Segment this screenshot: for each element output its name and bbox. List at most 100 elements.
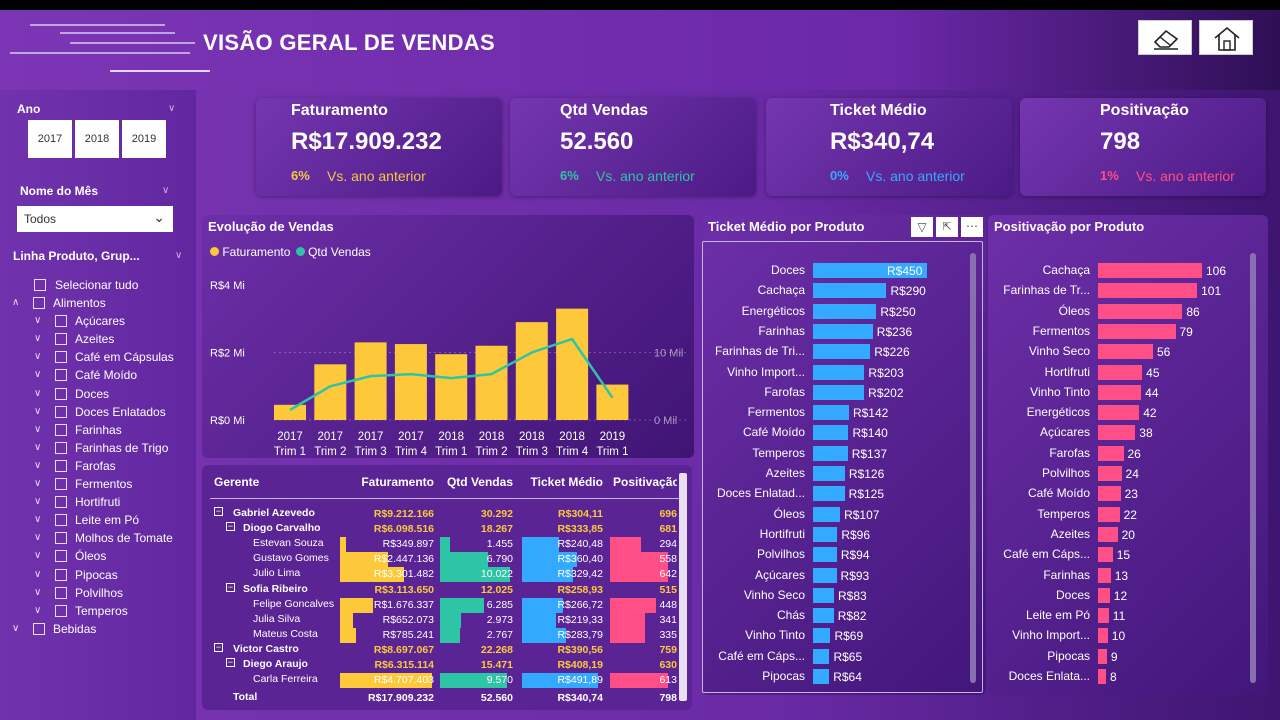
chevron-down-icon[interactable]: ∨ bbox=[12, 621, 19, 637]
bar[interactable] bbox=[1098, 466, 1122, 481]
tree-item-leite-em-p-[interactable]: ∨ Leite em Pó bbox=[34, 512, 192, 528]
checkbox[interactable] bbox=[34, 279, 46, 291]
bar-row[interactable]: Pipocas R$64 bbox=[702, 669, 972, 685]
tree-item-molhos-de-tomate[interactable]: ∨ Molhos de Tomate bbox=[34, 530, 192, 546]
bar-row[interactable]: Cachaça R$290 bbox=[702, 283, 972, 299]
bar[interactable] bbox=[813, 466, 845, 481]
bar-row[interactable]: Fermentos R$142 bbox=[702, 405, 972, 421]
bar[interactable] bbox=[1098, 608, 1109, 624]
bar[interactable] bbox=[813, 648, 830, 664]
bar[interactable] bbox=[813, 547, 837, 563]
bar-row[interactable]: Vinho Import... R$203 bbox=[702, 364, 972, 381]
bar[interactable] bbox=[1098, 587, 1110, 603]
bar[interactable] bbox=[1098, 364, 1143, 380]
tree-item-temperos[interactable]: ∨ Temperos bbox=[34, 603, 192, 619]
clear-filters-button[interactable] bbox=[1138, 20, 1192, 55]
chevron-down-icon[interactable]: ∨ bbox=[168, 103, 175, 114]
home-button[interactable] bbox=[1199, 20, 1253, 55]
checkbox[interactable] bbox=[55, 351, 67, 364]
bar-row[interactable]: Polvilhos 24 bbox=[988, 466, 1258, 482]
tree-item-alimentos[interactable]: ∧ Alimentos bbox=[12, 295, 192, 311]
bar-row[interactable]: Café Moído 23 bbox=[988, 486, 1258, 502]
bar[interactable] bbox=[1098, 506, 1120, 522]
checkbox[interactable] bbox=[33, 622, 45, 635]
bar-row[interactable]: Temperos 22 bbox=[988, 506, 1258, 523]
bar-row[interactable]: Pipocas 9 bbox=[988, 648, 1258, 665]
bar[interactable] bbox=[1098, 283, 1198, 299]
bar[interactable] bbox=[1098, 526, 1118, 542]
bar[interactable] bbox=[813, 384, 865, 400]
bar[interactable] bbox=[1098, 628, 1108, 644]
bar[interactable] bbox=[1098, 486, 1121, 502]
bar-row[interactable]: Farinhas 13 bbox=[988, 567, 1258, 584]
table-row[interactable]: − Diogo Carvalho R$6.098.516 18.267 R$333,85… bbox=[202, 522, 678, 537]
chevron-up-icon[interactable]: ∧ bbox=[12, 295, 19, 311]
bar-row[interactable]: Chás R$82 bbox=[702, 608, 972, 624]
year-2017-button[interactable]: 2017 bbox=[28, 120, 72, 158]
checkbox[interactable] bbox=[55, 459, 67, 472]
bar[interactable] bbox=[813, 526, 838, 542]
bar[interactable] bbox=[1098, 323, 1176, 339]
bar[interactable] bbox=[1098, 547, 1113, 563]
bar-row[interactable]: Farofas 26 bbox=[988, 445, 1258, 462]
chevron-down-icon[interactable]: ∨ bbox=[34, 386, 41, 402]
table-row[interactable]: Gustavo Gomes R$2.447.136 6.790 R$360,40 558 bbox=[202, 552, 678, 568]
focus-mode-icon[interactable]: ⇱ bbox=[936, 217, 958, 237]
bar-faturamento[interactable] bbox=[394, 344, 427, 420]
bar[interactable] bbox=[813, 323, 873, 339]
tree-item-caf-mo-do[interactable]: ∨ Café Moído bbox=[34, 367, 192, 383]
tree-item-a-cares[interactable]: ∨ Açúcares bbox=[34, 313, 192, 329]
bar-row[interactable]: Açúcares 38 bbox=[988, 425, 1258, 441]
bar-row[interactable]: Hortifruti 45 bbox=[988, 364, 1258, 381]
chevron-down-icon[interactable]: ∨ bbox=[34, 494, 41, 510]
month-dropdown[interactable]: Todos ⌄ bbox=[17, 206, 173, 232]
bar[interactable] bbox=[813, 567, 837, 583]
chevron-down-icon[interactable]: ∨ bbox=[34, 422, 41, 438]
table-row[interactable]: Julio Lima R$3.301.482 10.022 R$329,42 642 bbox=[202, 567, 678, 583]
checkbox[interactable] bbox=[55, 405, 67, 418]
bar[interactable] bbox=[813, 669, 830, 684]
bar[interactable] bbox=[1098, 405, 1140, 421]
chevron-down-icon[interactable]: ∨ bbox=[34, 404, 41, 420]
bar[interactable] bbox=[813, 608, 834, 624]
bar-row[interactable]: Farinhas de Tri... R$226 bbox=[702, 344, 972, 360]
checkbox[interactable] bbox=[55, 532, 67, 545]
table-row[interactable]: Julia Silva R$652.073 2.973 R$219,33 341 bbox=[202, 612, 678, 628]
table-row[interactable]: Felipe Goncalves R$1.676.337 6.285 R$266,72… bbox=[202, 597, 678, 613]
bar[interactable] bbox=[1098, 344, 1153, 360]
bar-row[interactable]: Vinho Tinto 44 bbox=[988, 384, 1258, 401]
checkbox[interactable] bbox=[55, 423, 67, 436]
tree-item-caf-em-c-psulas[interactable]: ∨ Café em Cápsulas bbox=[34, 349, 192, 365]
column-header-qtd-vendas[interactable]: Qtd Vendas bbox=[447, 475, 513, 489]
bar[interactable] bbox=[1098, 263, 1202, 278]
chevron-down-icon[interactable]: ∨ bbox=[34, 476, 41, 492]
bar[interactable] bbox=[1098, 648, 1107, 664]
bar[interactable] bbox=[813, 364, 865, 380]
column-header-faturamento[interactable]: Faturamento bbox=[361, 475, 434, 489]
chevron-down-icon[interactable]: ∨ bbox=[34, 313, 41, 329]
chevron-down-icon[interactable]: ∨ bbox=[162, 185, 169, 196]
bar-row[interactable]: Farofas R$202 bbox=[702, 384, 972, 401]
collapse-icon[interactable]: − bbox=[226, 658, 235, 667]
table-row[interactable]: − Sofia Ribeiro R$3.113.650 12.025 R$258,93 5… bbox=[202, 582, 678, 598]
collapse-icon[interactable]: − bbox=[214, 507, 223, 516]
bar-row[interactable]: Polvilhos R$94 bbox=[702, 547, 972, 563]
bar-row[interactable]: Energéticos 42 bbox=[988, 405, 1258, 421]
bar-row[interactable]: Energéticos R$250 bbox=[702, 303, 972, 320]
bar-row[interactable]: Óleos 86 bbox=[988, 303, 1258, 320]
checkbox[interactable] bbox=[55, 315, 67, 328]
bar-faturamento[interactable] bbox=[354, 342, 387, 420]
bar[interactable] bbox=[1098, 384, 1142, 400]
checkbox[interactable] bbox=[55, 568, 67, 581]
checkbox[interactable] bbox=[55, 604, 67, 617]
bar[interactable] bbox=[813, 425, 849, 441]
chevron-down-icon[interactable]: ∨ bbox=[34, 585, 41, 601]
table-row[interactable]: − Gabriel Azevedo R$9.212.166 30.292 R$304,1… bbox=[202, 507, 678, 522]
tree-item-hortifruti[interactable]: ∨ Hortifruti bbox=[34, 494, 192, 510]
bar-row[interactable]: Hortifruti R$96 bbox=[702, 526, 972, 543]
table-row[interactable]: Mateus Costa R$785.241 2.767 R$283,79 335 bbox=[202, 627, 678, 643]
checkbox[interactable] bbox=[55, 514, 67, 527]
tree-item-fermentos[interactable]: ∨ Fermentos bbox=[34, 476, 192, 492]
bar-faturamento[interactable] bbox=[435, 354, 468, 420]
bar-faturamento[interactable] bbox=[274, 404, 306, 420]
